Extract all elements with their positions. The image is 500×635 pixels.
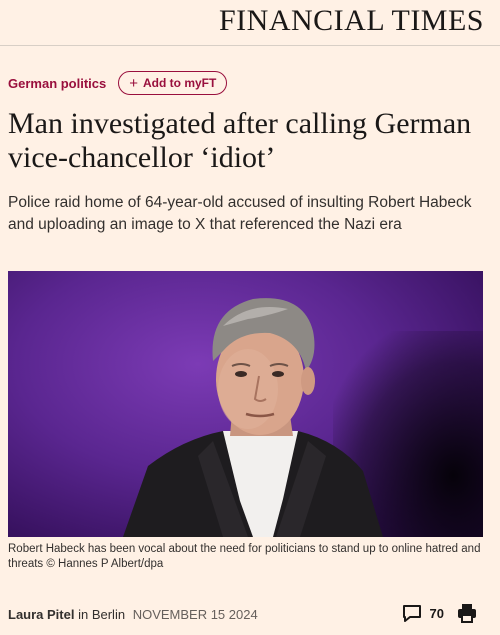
article-tools: 70: [402, 602, 478, 624]
article-photo: [8, 271, 483, 537]
topic-link[interactable]: German politics: [8, 76, 106, 91]
author-link[interactable]: Laura Pitel: [8, 607, 74, 622]
plus-icon: +: [129, 74, 139, 92]
topic-row: German politics + Add to myFT: [8, 70, 228, 96]
publish-date: NOVEMBER 15 2024: [132, 607, 258, 622]
add-to-myft-button[interactable]: + Add to myFT: [118, 71, 228, 95]
printer-icon[interactable]: [456, 602, 478, 624]
speech-bubble-icon[interactable]: [402, 603, 422, 623]
portrait-illustration: [123, 298, 383, 537]
photo-caption: Robert Habeck has been vocal about the n…: [8, 543, 481, 570]
article-headline: Man investigated after calling German vi…: [8, 107, 472, 174]
byline: Laura Pitel in Berlin NOVEMBER 15 2024: [8, 607, 258, 622]
ft-logo[interactable]: FINANCIAL TIMES: [219, 4, 484, 38]
comment-count[interactable]: 70: [430, 606, 444, 621]
add-to-myft-label: Add to myFT: [143, 76, 217, 90]
byline-location: in Berlin: [78, 607, 126, 622]
masthead: FINANCIAL TIMES: [0, 0, 500, 46]
article-standfirst: Police raid home of 64-year-old accused …: [8, 194, 472, 233]
